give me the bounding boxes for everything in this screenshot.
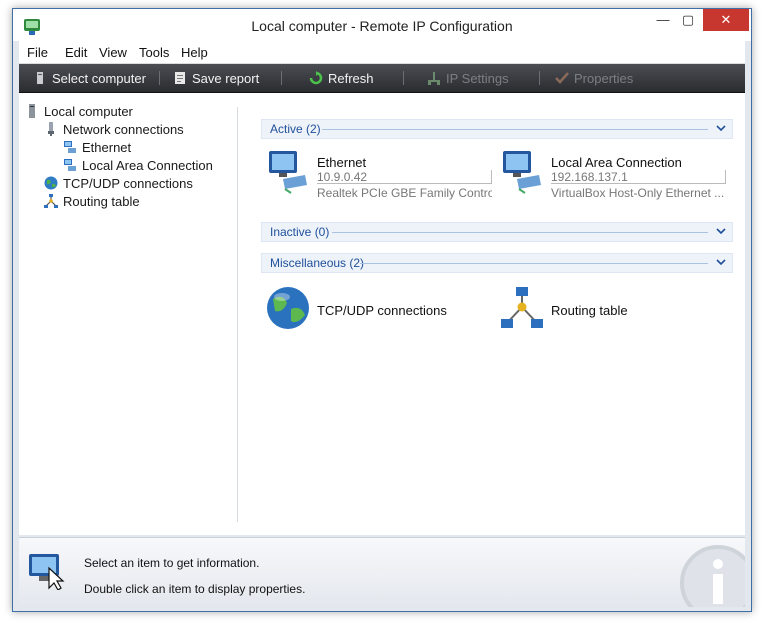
refresh-button[interactable]: Refresh: [309, 70, 374, 86]
group-line: [322, 129, 708, 130]
group-header-active[interactable]: Active (2): [261, 119, 733, 139]
connection-ip: 192.168.137.1: [551, 170, 726, 184]
save-report-button[interactable]: Save report: [173, 70, 259, 86]
tree-item-tcp-udp-connections[interactable]: TCP/UDP connections: [44, 174, 193, 192]
app-window: Local computer - Remote IP Configuration…: [12, 8, 752, 612]
toolbar: Select computer Save report Refresh IP S…: [19, 64, 745, 93]
checkmark-icon: [555, 72, 569, 84]
computer-tower-icon: [29, 104, 35, 118]
maximize-button[interactable]: ▢: [678, 9, 698, 31]
tree-label: Local computer: [44, 103, 133, 119]
group-label: Inactive (0): [270, 225, 330, 239]
properties-button[interactable]: Properties: [555, 70, 633, 86]
refresh-icon: [309, 71, 323, 85]
network-plug-icon: [48, 122, 54, 136]
misc-item-routing-table[interactable]: Routing table: [499, 285, 719, 341]
tree-label: Routing table: [63, 193, 140, 209]
misc-item-name: TCP/UDP connections: [317, 303, 447, 318]
network-settings-icon: [428, 72, 440, 85]
menu-bar: File Edit View Tools Help: [19, 41, 745, 64]
ip-settings-button[interactable]: IP Settings: [427, 70, 509, 86]
menu-view[interactable]: View: [99, 45, 127, 60]
menu-edit[interactable]: Edit: [65, 45, 87, 60]
group-header-miscellaneous[interactable]: Miscellaneous (2): [261, 253, 733, 273]
chevron-down-icon[interactable]: [716, 122, 726, 134]
connection-item-ethernet[interactable]: Ethernet 10.9.0.42 Realtek PCIe GBE Fami…: [265, 149, 495, 205]
toolbar-separator: [403, 71, 404, 85]
tree-item-local-computer[interactable]: Local computer: [25, 102, 133, 120]
group-line: [360, 263, 708, 264]
group-header-inactive[interactable]: Inactive (0): [261, 222, 733, 242]
menu-tools[interactable]: Tools: [139, 45, 169, 60]
info-panel: Select an item to get information. Doubl…: [19, 537, 745, 607]
tree-item-local-area-connection[interactable]: Local Area Connection: [63, 156, 213, 174]
chevron-down-icon[interactable]: [716, 256, 726, 268]
select-computer-label: Select computer: [52, 70, 146, 86]
misc-item-tcp-udp-connections[interactable]: TCP/UDP connections: [265, 285, 485, 341]
computer-tower-icon: [37, 72, 43, 84]
connection-description: Realtek PCIe GBE Family Contro...: [317, 186, 492, 200]
refresh-label: Refresh: [328, 70, 374, 86]
computer-cursor-icon: [29, 554, 65, 590]
pane-splitter[interactable]: [237, 107, 238, 522]
window-title: Local computer - Remote IP Configuration: [251, 18, 513, 34]
tree-label: Ethernet: [82, 139, 132, 155]
connection-name: Local Area Connection: [551, 155, 682, 170]
network-adapter-icon: [503, 151, 541, 194]
tree-item-routing-table[interactable]: Routing table: [44, 192, 140, 210]
connection-item-local-area-connection[interactable]: Local Area Connection 192.168.137.1 Virt…: [499, 149, 729, 205]
info-text-line-2: Double click an item to display properti…: [84, 582, 306, 596]
misc-item-name: Routing table: [551, 303, 628, 318]
group-label: Miscellaneous (2): [270, 256, 365, 270]
tree-label: Network connections: [63, 121, 184, 137]
info-text-line-1: Select an item to get information.: [84, 556, 260, 570]
properties-label: Properties: [574, 70, 634, 86]
save-report-label: Save report: [192, 70, 260, 86]
connection-name: Ethernet: [317, 155, 367, 170]
tree-label: Local Area Connection: [82, 157, 213, 173]
globe-icon: [44, 176, 58, 190]
toolbar-separator: [281, 71, 282, 85]
network-adapter-icon: [64, 159, 76, 171]
tree-label: TCP/UDP connections: [63, 175, 193, 191]
group-line: [332, 232, 708, 233]
minimize-button[interactable]: —: [653, 9, 673, 31]
routing-icon: [44, 194, 58, 208]
group-label: Active (2): [270, 122, 321, 136]
close-button[interactable]: ✕: [703, 9, 749, 31]
report-icon: [175, 72, 185, 84]
tree-item-ethernet[interactable]: Ethernet: [63, 138, 131, 156]
connection-ip: 10.9.0.42: [317, 170, 492, 184]
tree-item-network-connections[interactable]: Network connections: [44, 120, 184, 138]
chevron-down-icon[interactable]: [716, 225, 726, 237]
menu-help[interactable]: Help: [181, 45, 208, 60]
ip-settings-label: IP Settings: [446, 70, 509, 86]
network-adapter-icon: [269, 151, 307, 194]
main-content: Local computer Network connections Ether…: [19, 93, 745, 535]
network-adapter-icon: [64, 141, 76, 153]
globe-icon: [267, 287, 309, 329]
info-watermark-icon: [680, 545, 745, 607]
routing-icon: [501, 287, 543, 328]
select-computer-button[interactable]: Select computer: [33, 70, 146, 86]
title-bar[interactable]: Local computer - Remote IP Configuration…: [13, 9, 751, 41]
toolbar-separator: [539, 71, 540, 85]
connection-description: VirtualBox Host-Only Ethernet ...: [551, 186, 725, 200]
toolbar-separator: [159, 71, 160, 85]
navigation-tree: Local computer Network connections Ether…: [19, 93, 237, 535]
menu-file[interactable]: File: [27, 45, 48, 60]
